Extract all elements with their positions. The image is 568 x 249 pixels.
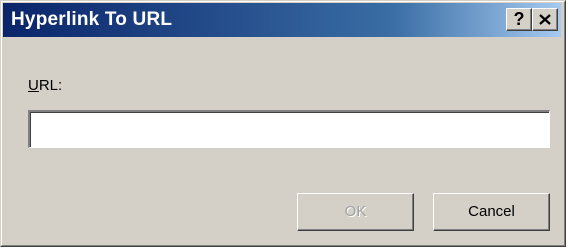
url-label: URL: [28, 77, 62, 94]
title-bar[interactable]: Hyperlink To URL ? [3, 3, 561, 37]
dialog-title: Hyperlink To URL [11, 9, 173, 30]
url-label-accelerator: U [28, 77, 39, 94]
close-icon [539, 14, 551, 25]
help-button[interactable]: ? [506, 8, 532, 31]
url-label-text: RL: [38, 77, 63, 94]
url-input[interactable] [28, 110, 550, 148]
cancel-button[interactable]: Cancel [433, 193, 550, 231]
close-button[interactable] [532, 8, 558, 31]
ok-button[interactable]: OK [297, 193, 414, 231]
hyperlink-dialog: Hyperlink To URL ? URL: OK Cancel [0, 0, 566, 247]
